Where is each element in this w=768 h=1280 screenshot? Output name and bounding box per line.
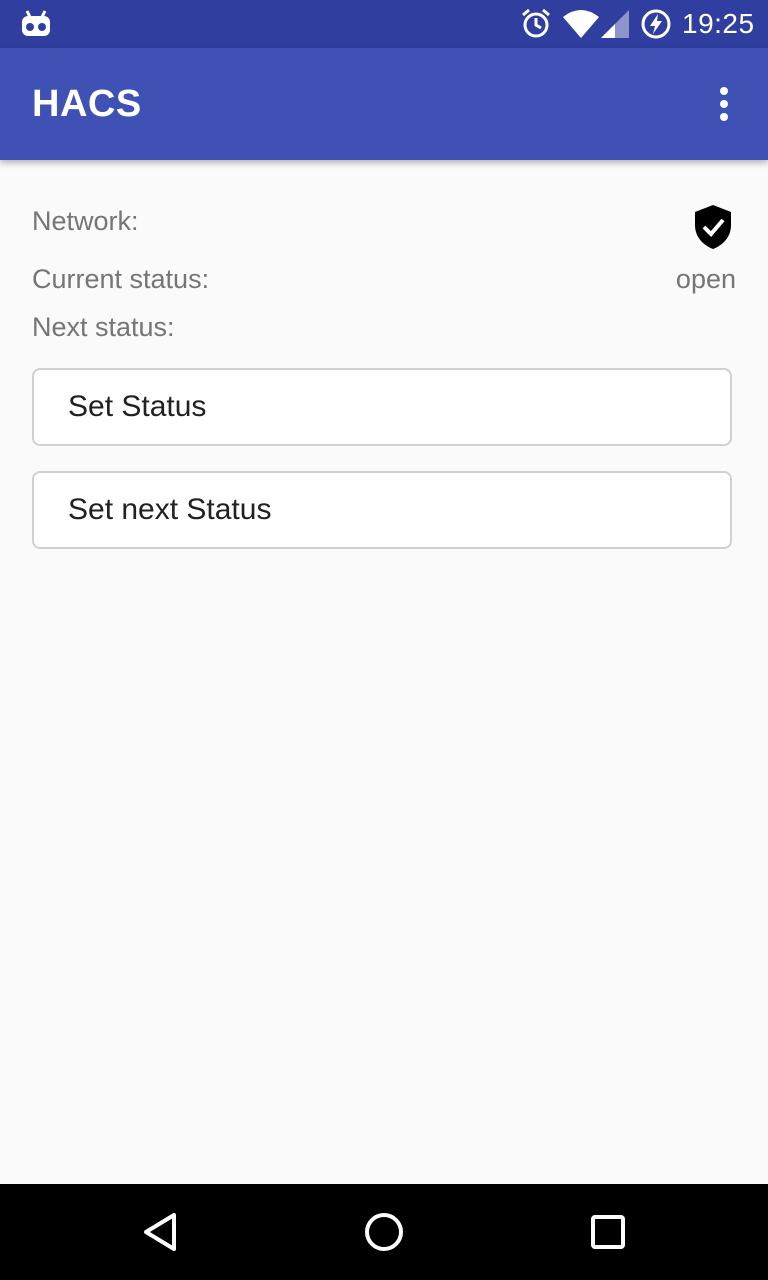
cell-signal-icon [600,0,630,48]
next-status-label: Next status: [32,312,175,342]
wifi-icon [562,0,600,48]
set-status-button[interactable]: Set Status [32,368,732,446]
set-next-status-button[interactable]: Set next Status [32,471,732,549]
recents-icon[interactable] [560,1184,656,1280]
battery-charging-icon [640,0,672,48]
home-icon[interactable] [336,1184,432,1280]
android-robot-icon [20,0,52,48]
current-status-label: Current status: [32,264,210,294]
current-status-value: open [675,264,736,294]
app-bar: HACS [0,48,768,160]
alarm-clock-icon [520,0,552,48]
network-label: Network: [32,206,139,236]
shield-check-icon [694,204,732,255]
clock: 19:25 [682,8,755,39]
back-icon[interactable] [112,1184,208,1280]
app-title: HACS [32,83,142,125]
more-vert-icon[interactable] [700,76,748,132]
status-bar: 19:25 [0,0,768,48]
navigation-bar [0,1184,768,1280]
